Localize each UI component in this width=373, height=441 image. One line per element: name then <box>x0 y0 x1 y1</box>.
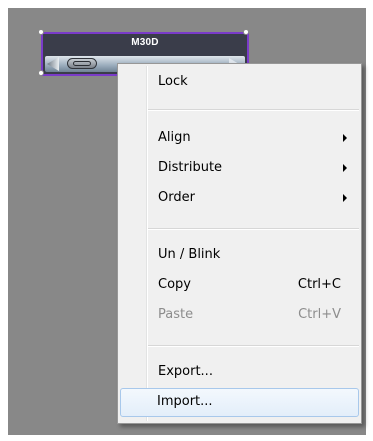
resize-handle-bottom-left[interactable] <box>38 70 44 76</box>
left-cap-icon <box>47 57 59 71</box>
menu-separator <box>148 109 359 111</box>
menu-item-export[interactable]: Export... <box>120 358 359 386</box>
resize-handle-top-left[interactable] <box>38 29 44 35</box>
menu-separator <box>148 228 359 230</box>
submenu-arrow-icon <box>343 134 347 142</box>
submenu-arrow-icon <box>343 164 347 172</box>
menu-item-label: Order <box>158 190 195 205</box>
menu-item-align[interactable]: Align <box>120 124 359 152</box>
menu-item-shortcut: Ctrl+C <box>297 277 341 292</box>
knob-icon <box>67 58 97 69</box>
menu-item-label: Import... <box>157 394 213 409</box>
menu-item-paste: Paste Ctrl+V <box>120 301 359 329</box>
menu-item-distribute[interactable]: Distribute <box>120 154 359 182</box>
menu-item-label: Copy <box>158 277 191 292</box>
context-menu: Lock Align Distribute Order Un / Blink C… <box>117 63 362 424</box>
menu-item-label: Distribute <box>158 160 223 175</box>
widget-title: M30D <box>131 37 159 48</box>
menu-item-import[interactable]: Import... <box>120 388 359 417</box>
menu-item-copy[interactable]: Copy Ctrl+C <box>120 271 359 299</box>
menu-item-lock[interactable]: Lock <box>120 68 359 96</box>
menu-item-un-blink[interactable]: Un / Blink <box>120 241 359 269</box>
design-canvas[interactable]: M30D Lock Align Distribute Order Un / Bl… <box>8 8 366 435</box>
menu-item-label: Paste <box>158 307 194 322</box>
menu-item-label: Align <box>158 130 191 145</box>
menu-item-label: Lock <box>158 74 188 89</box>
menu-item-order[interactable]: Order <box>120 184 359 212</box>
menu-item-label: Un / Blink <box>158 247 221 262</box>
menu-separator <box>148 345 359 347</box>
resize-handle-top-right[interactable] <box>243 29 249 35</box>
menu-item-shortcut: Ctrl+V <box>298 307 341 322</box>
submenu-arrow-icon <box>343 194 347 202</box>
menu-item-label: Export... <box>158 364 213 379</box>
